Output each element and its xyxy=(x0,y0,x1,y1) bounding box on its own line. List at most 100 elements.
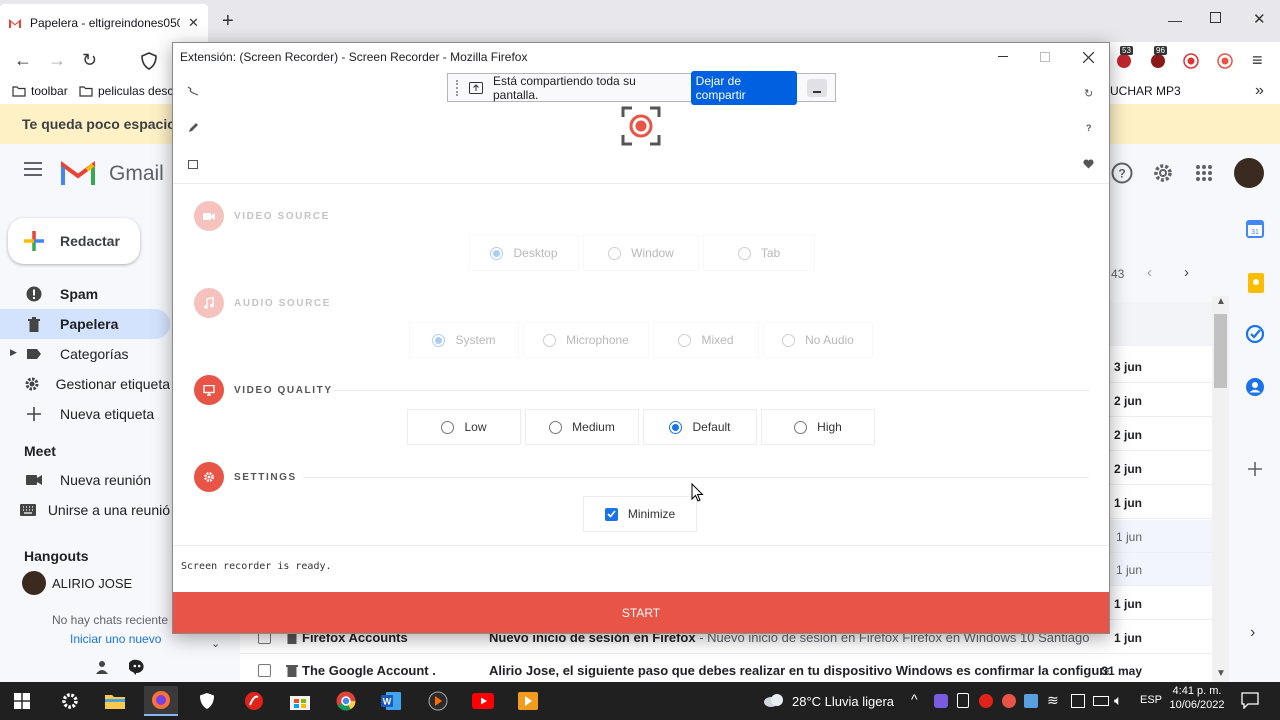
close-window-icon[interactable]: ✕ xyxy=(1253,10,1266,28)
tray-app-icon[interactable] xyxy=(1024,694,1038,708)
extension-badge-2[interactable]: 96 xyxy=(1150,46,1168,68)
hangouts-user[interactable]: ALIRIO JOSE xyxy=(22,571,132,595)
calendar-icon[interactable]: 31 xyxy=(1246,220,1264,238)
keep-icon[interactable] xyxy=(1248,273,1264,293)
settings-app-icon[interactable] xyxy=(55,686,85,716)
stop-sharing-button[interactable]: Dejar de compartir xyxy=(690,70,798,105)
sidebar-item-categorias[interactable]: ▶ Categorías xyxy=(0,339,170,369)
rectangle-tool-icon[interactable] xyxy=(188,160,198,169)
next-page-icon[interactable]: › xyxy=(1184,264,1189,281)
language-indicator[interactable]: ESP xyxy=(1140,694,1162,706)
radio-button[interactable] xyxy=(737,246,751,260)
sidebar-item-gestionar[interactable]: Gestionar etiqueta xyxy=(0,369,170,399)
bookmark-mp3[interactable]: UCHAR MP3 xyxy=(1110,84,1181,98)
drag-handle-icon[interactable] xyxy=(456,79,459,96)
clock[interactable]: 4:41 p. m. 10/06/2022 xyxy=(1168,685,1226,711)
firefox-taskbar-icon[interactable] xyxy=(144,686,178,716)
start-button[interactable]: START xyxy=(173,592,1109,633)
start-chat-link[interactable]: Iniciar uno nuevo xyxy=(70,632,161,646)
quality-default-option[interactable]: Default xyxy=(643,409,757,445)
tray-app-icon[interactable] xyxy=(934,694,948,708)
tasks-icon[interactable] xyxy=(1246,325,1264,343)
radio-button[interactable] xyxy=(608,246,622,260)
store-icon[interactable] xyxy=(285,686,315,716)
tray-antivirus-icon[interactable] xyxy=(979,694,993,708)
radio-button[interactable] xyxy=(549,420,563,434)
sidebar-item-spam[interactable]: Spam xyxy=(0,279,170,309)
reload-icon[interactable]: ↻ xyxy=(82,50,97,71)
row-checkbox[interactable] xyxy=(258,664,271,677)
get-addons-plus-icon[interactable] xyxy=(1248,462,1262,476)
bookmark-toolbar[interactable]: toolbar xyxy=(12,84,68,98)
tray-record-icon[interactable] xyxy=(1002,694,1016,708)
shield-icon[interactable] xyxy=(141,52,157,70)
share-minimize-button[interactable] xyxy=(807,78,828,97)
help-question-icon[interactable]: ? xyxy=(1086,123,1092,133)
video-source-window-option[interactable]: Window xyxy=(583,235,699,271)
contacts-icon[interactable] xyxy=(1246,378,1264,396)
record-extension-icon[interactable] xyxy=(1182,52,1200,70)
radio-button[interactable] xyxy=(794,420,808,434)
tray-network-icon[interactable]: ≋ xyxy=(1047,692,1059,709)
youtube-icon[interactable] xyxy=(468,686,498,716)
windows-start-icon[interactable] xyxy=(7,686,37,716)
weather-cloud-icon[interactable] xyxy=(763,693,785,708)
audio-source-mixed-option[interactable]: Mixed xyxy=(653,322,759,358)
hamburger-menu-icon[interactable] xyxy=(24,162,42,176)
pointer-tool-icon[interactable] xyxy=(187,86,199,98)
popup-maximize-icon[interactable] xyxy=(1024,43,1066,71)
apps-grid-icon[interactable] xyxy=(1196,165,1212,181)
minimize-checkbox[interactable] xyxy=(604,507,618,521)
video-source-desktop-option[interactable]: Desktop xyxy=(469,235,579,271)
minimize-window-icon[interactable]: — xyxy=(1168,12,1182,28)
account-avatar[interactable] xyxy=(1234,158,1264,188)
video-editor-icon[interactable] xyxy=(513,686,543,716)
tray-app-icon[interactable] xyxy=(1071,694,1085,708)
weather-text[interactable]: 28°C Lluvia ligera xyxy=(792,694,894,709)
menu-icon[interactable]: ≡ xyxy=(1252,50,1263,71)
pen-tool-icon[interactable] xyxy=(188,122,199,133)
show-hidden-icons-icon[interactable]: ^ xyxy=(911,691,918,707)
heart-icon[interactable] xyxy=(1083,159,1094,169)
sidebar-item-papelera[interactable]: Papelera xyxy=(0,309,170,339)
popup-close-icon[interactable] xyxy=(1067,43,1109,71)
tray-app-icon[interactable] xyxy=(957,693,969,708)
quality-low-option[interactable]: Low xyxy=(407,409,521,445)
chevron-double-right-icon[interactable]: » xyxy=(1255,82,1264,100)
audio-source-microphone-option[interactable]: Microphone xyxy=(523,322,649,358)
radio-button[interactable] xyxy=(782,333,796,347)
quality-medium-option[interactable]: Medium xyxy=(525,409,639,445)
popup-minimize-icon[interactable] xyxy=(982,43,1024,71)
record-extension-icon-2[interactable] xyxy=(1216,52,1234,70)
chrome-icon[interactable] xyxy=(331,686,361,716)
forward-icon[interactable]: → xyxy=(48,50,66,71)
scrollbar-thumb[interactable] xyxy=(1214,314,1227,388)
sidebar-item-nueva-etiqueta[interactable]: Nueva etiqueta xyxy=(0,399,170,429)
word-icon[interactable]: W xyxy=(376,686,406,716)
security-shield-icon[interactable] xyxy=(192,686,222,716)
meet-join-meeting[interactable]: Unirse a una reunió xyxy=(0,495,170,525)
file-explorer-icon[interactable] xyxy=(100,686,130,716)
antivirus-icon[interactable] xyxy=(239,686,269,716)
radio-button[interactable] xyxy=(543,333,557,347)
meet-new-meeting[interactable]: Nueva reunión xyxy=(0,465,170,495)
restore-window-icon[interactable] xyxy=(1210,12,1221,23)
expand-panel-icon[interactable]: › xyxy=(1250,624,1255,642)
minimize-option[interactable]: Minimize xyxy=(583,496,697,532)
extension-badge-1[interactable]: 53 xyxy=(1116,46,1134,68)
hangouts-bubble-icon[interactable] xyxy=(129,659,145,675)
tab-close-icon[interactable]: ✕ xyxy=(188,15,199,31)
notifications-icon[interactable] xyxy=(1241,692,1259,709)
radio-button[interactable] xyxy=(678,333,692,347)
scroll-up-icon[interactable]: ▲ xyxy=(1216,296,1226,307)
volume-icon[interactable]: 🔈︎ xyxy=(1114,692,1122,709)
bookmark-peliculas[interactable]: peliculas desca xyxy=(79,84,180,98)
help-icon[interactable]: ? xyxy=(1111,162,1133,184)
person-icon[interactable] xyxy=(95,660,109,674)
quality-high-option[interactable]: High xyxy=(761,409,875,445)
radio-button[interactable] xyxy=(669,420,683,434)
radio-button[interactable] xyxy=(490,246,504,260)
video-source-tab-option[interactable]: Tab xyxy=(703,235,815,271)
scroll-down-icon[interactable]: ▼ xyxy=(1216,668,1226,679)
compose-button[interactable]: Redactar xyxy=(8,218,140,264)
